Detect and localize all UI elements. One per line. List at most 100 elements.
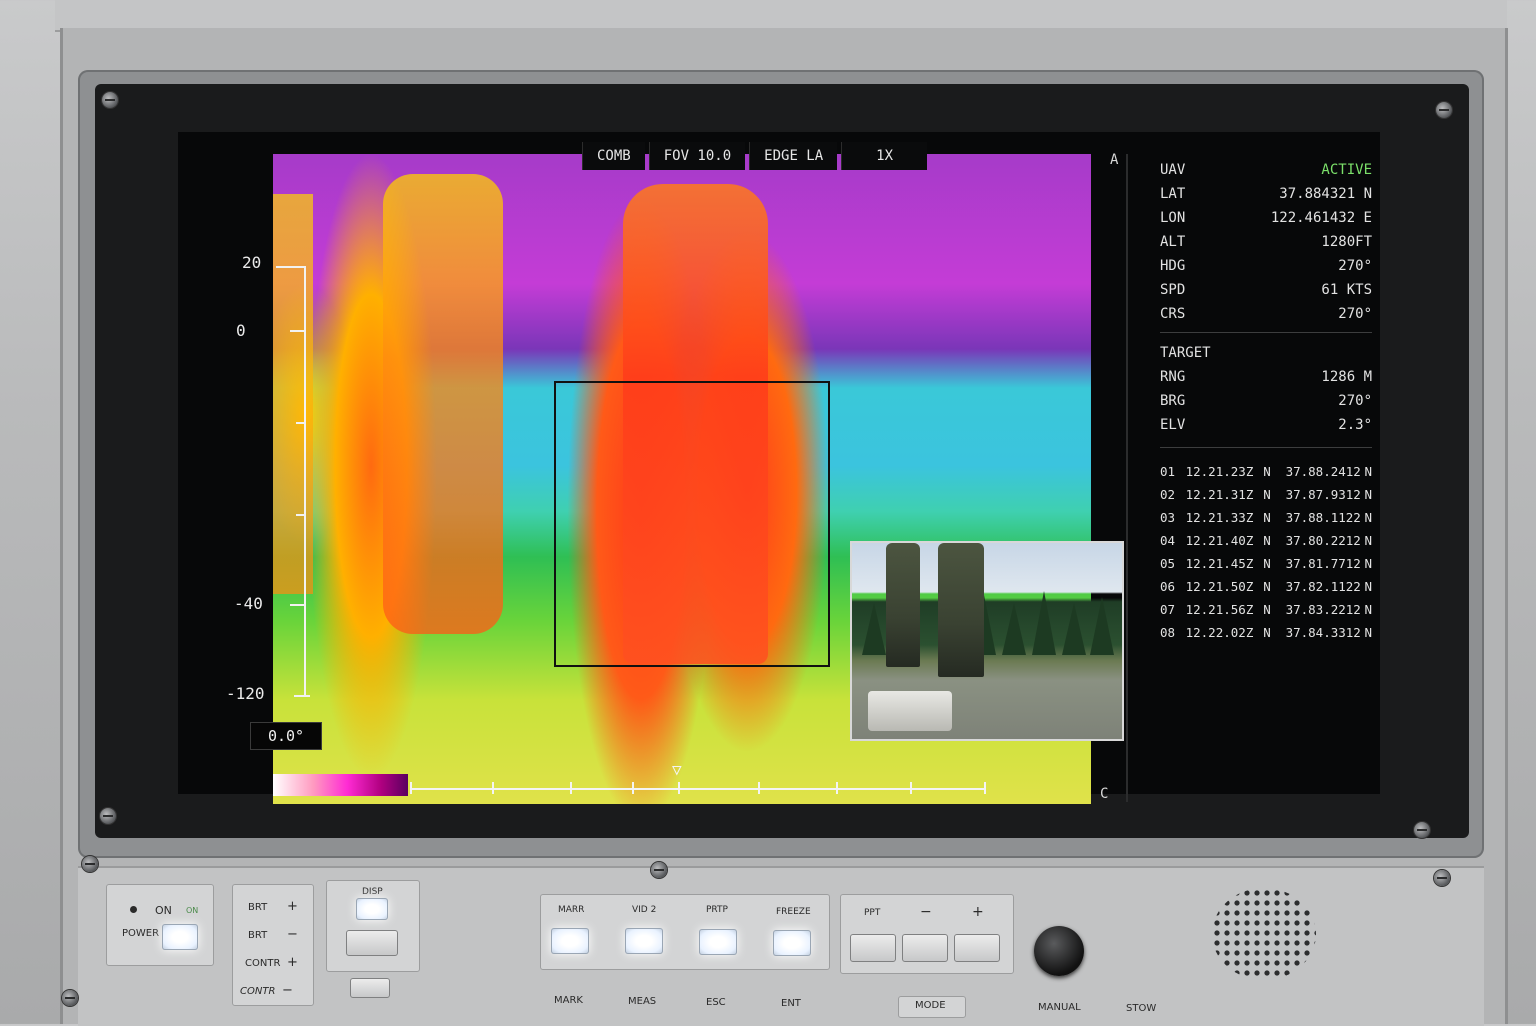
target-header: TARGET: [1160, 345, 1211, 361]
log-row[interactable]: 07 12.21.56Z N 37.83.2212 N: [1160, 598, 1372, 621]
mark-label: MARK: [554, 995, 583, 1006]
alt-value: 1280FT: [1321, 234, 1372, 250]
esc-label: ESC: [706, 997, 726, 1008]
power-button[interactable]: [162, 924, 198, 950]
scale-label: 0: [236, 321, 246, 340]
scale-label: -40: [234, 594, 263, 613]
lat-value: 37.884321 N: [1279, 186, 1372, 202]
ppt-plus-label: +: [972, 904, 984, 920]
tab-fov[interactable]: FOV 10.0: [648, 142, 746, 170]
scale-tick: [276, 266, 306, 268]
tab-zoom[interactable]: 1X: [841, 142, 928, 170]
uav-status: ACTIVE: [1321, 162, 1372, 178]
uav-status-row: UAV ACTIVE: [1160, 158, 1372, 182]
brt-down-label[interactable]: BRT: [248, 930, 267, 941]
mark-button[interactable]: [551, 928, 589, 954]
screw-icon: [100, 808, 116, 824]
elv-value: 2.3°: [1338, 417, 1372, 433]
target-row: ELV 2.3°: [1160, 417, 1372, 433]
manual-control-knob[interactable]: [1034, 926, 1084, 976]
screw-icon: [1434, 870, 1450, 886]
ppt-plus-button[interactable]: [954, 934, 1000, 962]
tab-edge[interactable]: EDGE LA: [749, 142, 838, 170]
ppt-label: PPT: [864, 908, 881, 918]
freeze-label: FREEZE: [776, 907, 811, 917]
telemetry-row: LON 122.461432 E: [1160, 210, 1372, 226]
scale-label: 20: [242, 253, 262, 272]
screw-icon: [102, 92, 118, 108]
target-row: RNG 1286 M: [1160, 369, 1372, 385]
track-log: 01 12.21.23Z N 37.88.2412 N 02 12.21.31Z N 37.8…: [1160, 460, 1372, 644]
contr-down-label[interactable]: CONTR: [240, 986, 275, 997]
hdg-value: 270°: [1338, 258, 1372, 274]
telemetry-row: CRS 270°: [1160, 306, 1372, 322]
scale-label: -120: [226, 684, 265, 703]
corner-label-bottom: C: [1100, 786, 1109, 802]
ppt-minus-button[interactable]: [902, 934, 948, 962]
power-on-sublabel: ON: [186, 906, 199, 915]
log-row[interactable]: 06 12.21.50Z N 37.82.1122 N: [1160, 575, 1372, 598]
mode-tabs: COMB FOV 10.0 EDGE LA 1X: [582, 142, 928, 170]
ppt-left-button[interactable]: [850, 934, 896, 962]
power-on-label: ON: [155, 904, 172, 917]
log-row[interactable]: 04 12.21.40Z N 37.80.2212 N: [1160, 529, 1372, 552]
rng-value: 1286 M: [1321, 369, 1372, 385]
disp-rocker-button[interactable]: [346, 930, 398, 956]
prtp-label: PRTP: [706, 905, 728, 915]
heading-scale: [410, 788, 984, 790]
ent-button[interactable]: [773, 930, 811, 956]
contr-minus-button[interactable]: −: [282, 983, 293, 998]
heading-marker-icon: ▽: [672, 760, 682, 779]
lon-value: 122.461432 E: [1270, 210, 1372, 226]
ent-label: ENT: [781, 998, 801, 1009]
telemetry-row: ALT 1280FT: [1160, 234, 1372, 250]
panel-divider: [1126, 154, 1128, 802]
log-row[interactable]: 03 12.21.33Z N 37.88.1122 N: [1160, 506, 1372, 529]
screw-icon: [651, 862, 667, 878]
meas-button[interactable]: [625, 928, 663, 954]
crs-value: 270°: [1338, 306, 1372, 322]
ppt-minus-label: −: [920, 904, 932, 920]
daylight-camera-inset: [850, 541, 1124, 741]
manual-label: MANUAL: [1038, 1002, 1081, 1013]
contr-plus-button[interactable]: +: [287, 955, 298, 970]
target-row: BRG 270°: [1160, 393, 1372, 409]
power-led-icon: [130, 906, 137, 913]
angle-readout: 0.0°: [250, 722, 322, 750]
vid2-label: VID 2: [632, 905, 657, 915]
stow-label: STOW: [1126, 1003, 1157, 1014]
color-palette-strip: [273, 774, 408, 796]
scale-tick: [294, 695, 310, 697]
power-label: POWER: [122, 928, 160, 939]
screw-icon: [82, 856, 98, 872]
contr-up-label[interactable]: CONTR: [245, 958, 280, 969]
scale-tick: [296, 514, 306, 516]
marr-label: MARR: [558, 905, 585, 915]
disp-label: DISP: [362, 887, 383, 897]
brg-value: 270°: [1338, 393, 1372, 409]
log-row[interactable]: 02 12.21.31Z N 37.87.9312 N: [1160, 483, 1372, 506]
mode-label: MODE: [915, 1000, 946, 1011]
log-row[interactable]: 08 12.22.02Z N 37.84.3312 N: [1160, 621, 1372, 644]
spd-value: 61 KTS: [1321, 282, 1372, 298]
brt-minus-button[interactable]: −: [287, 927, 298, 942]
equipment-case: [868, 691, 952, 731]
scale-tick: [290, 604, 306, 606]
esc-button[interactable]: [699, 929, 737, 955]
telemetry-panel: UAV ACTIVE LAT 37.884321 N LON 122.461432 …: [1160, 158, 1372, 644]
screw-icon: [62, 990, 78, 1006]
telemetry-row: LAT 37.884321 N: [1160, 186, 1372, 202]
uav-label: UAV: [1160, 162, 1186, 178]
screw-icon: [1414, 822, 1430, 838]
soldier-figure: [886, 543, 920, 667]
tab-comb[interactable]: COMB: [582, 142, 645, 170]
log-row[interactable]: 05 12.21.45Z N 37.81.7712 N: [1160, 552, 1372, 575]
telemetry-row: SPD 61 KTS: [1160, 282, 1372, 298]
corner-label-top: A: [1110, 152, 1119, 168]
disp-aux-button[interactable]: [350, 978, 390, 998]
soldier-figure: [938, 543, 984, 677]
brt-plus-button[interactable]: +: [287, 899, 298, 914]
disp-button[interactable]: [356, 898, 388, 920]
log-row[interactable]: 01 12.21.23Z N 37.88.2412 N: [1160, 460, 1372, 483]
brt-up-label[interactable]: BRT: [248, 902, 267, 913]
